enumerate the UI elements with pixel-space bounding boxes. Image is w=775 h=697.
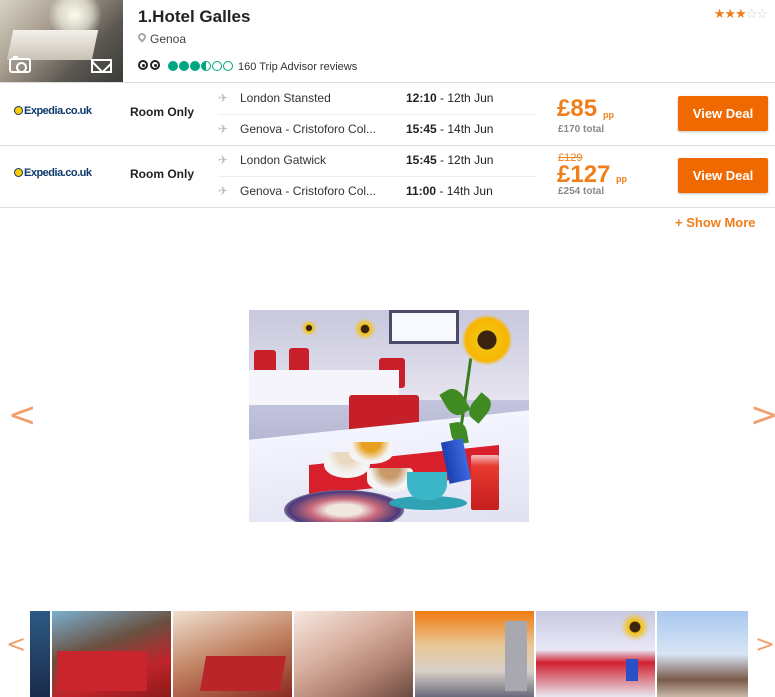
gallery-thumbnail[interactable] xyxy=(294,611,413,697)
main-gallery-photo xyxy=(249,310,529,522)
hotel-location: Genoa xyxy=(150,32,187,46)
gallery-thumbnail[interactable] xyxy=(30,611,50,697)
expedia-globe-icon xyxy=(14,168,23,177)
rating-bubble-icon xyxy=(190,61,200,71)
airport-name: Genova - Cristoforo Col... xyxy=(240,122,377,136)
rating-bubble-icon xyxy=(168,61,178,71)
price-per-person: £127 xyxy=(557,161,611,188)
star-icon: ★ xyxy=(713,6,726,21)
hotel-header: 1.Hotel Galles Genoa ★★★☆☆ 160 Trip Advi… xyxy=(0,0,775,83)
view-deal-button[interactable]: View Deal xyxy=(678,96,768,131)
star-icon: ★ xyxy=(735,6,747,21)
airport-name: London Stansted xyxy=(240,91,331,105)
price-total: £254 total xyxy=(558,186,605,197)
star-icon: ★ xyxy=(724,6,736,21)
rating-bubble-icon xyxy=(223,61,233,71)
plane-icon: ✈ xyxy=(218,184,229,198)
gallery-thumbnail[interactable] xyxy=(173,611,292,697)
thumbnail-strip xyxy=(30,611,748,697)
room-type: Room Only xyxy=(130,167,195,181)
camera-icon[interactable] xyxy=(9,56,31,73)
gallery-thumbnail-active[interactable] xyxy=(534,611,657,697)
room-type: Room Only xyxy=(130,105,195,119)
gallery-thumbnail[interactable] xyxy=(657,611,748,697)
window-shape xyxy=(389,310,459,344)
rating-bubble-icon xyxy=(179,61,189,71)
provider-name: Expedia.co.uk xyxy=(24,167,92,179)
deal-row: Expedia.co.uk Room Only ✈ London Stanste… xyxy=(0,83,775,146)
show-more-link[interactable]: + Show More xyxy=(675,215,756,230)
star-rating: ★★★☆☆ xyxy=(713,6,768,22)
flight-time: 15:45 - 14th Jun xyxy=(406,122,494,136)
bed-shape xyxy=(6,30,99,60)
plane-icon: ✈ xyxy=(218,91,229,105)
strip-prev-arrow[interactable]: < xyxy=(6,630,26,658)
gallery-next-arrow[interactable]: > xyxy=(750,395,775,435)
provider-name: Expedia.co.uk xyxy=(24,105,92,117)
price-per-person: £85 xyxy=(557,95,598,122)
airport-name: Genova - Cristoforo Col... xyxy=(240,184,377,198)
inbound-flight: ✈ Genova - Cristoforo Col... 11:00 - 14t… xyxy=(218,176,536,207)
gallery-thumbnail[interactable] xyxy=(415,611,534,697)
rating-bubble-icon xyxy=(212,61,222,71)
provider-logo: Expedia.co.uk xyxy=(14,105,92,117)
star-empty-icon: ☆ xyxy=(756,6,768,21)
tripadvisor-owl-icon xyxy=(138,59,162,73)
deal-row: Expedia.co.uk Room Only ✈ London Gatwick… xyxy=(0,145,775,208)
strip-next-arrow[interactable]: > xyxy=(755,630,775,658)
hotel-thumbnail[interactable] xyxy=(0,0,123,82)
map-pin-icon xyxy=(136,31,148,43)
star-empty-icon: ☆ xyxy=(745,6,758,21)
provider-logo: Expedia.co.uk xyxy=(14,167,92,179)
gallery-prev-arrow[interactable]: < xyxy=(8,395,37,435)
plane-icon: ✈ xyxy=(218,153,229,167)
expedia-globe-icon xyxy=(14,106,23,115)
per-person-label: pp xyxy=(603,110,614,120)
view-deal-button[interactable]: View Deal xyxy=(678,158,768,193)
outbound-flight: ✈ London Stansted 12:10 - 12th Jun xyxy=(218,83,536,115)
price-total: £170 total xyxy=(558,124,605,135)
rating-bubble-icon xyxy=(201,61,211,71)
mail-icon[interactable] xyxy=(91,59,112,73)
flight-time: 12:10 - 12th Jun xyxy=(406,91,494,105)
gallery-thumbnail[interactable] xyxy=(52,611,171,697)
plane-icon: ✈ xyxy=(218,122,229,136)
airport-name: London Gatwick xyxy=(240,153,327,167)
per-person-label: pp xyxy=(616,174,627,184)
flight-time: 15:45 - 12th Jun xyxy=(406,153,494,167)
flight-time: 11:00 - 14th Jun xyxy=(406,184,493,198)
review-count-link[interactable]: 160 Trip Advisor reviews xyxy=(238,61,357,73)
outbound-flight: ✈ London Gatwick 15:45 - 12th Jun xyxy=(218,145,536,177)
tripadvisor-rating xyxy=(168,61,233,71)
hotel-title[interactable]: 1.Hotel Galles xyxy=(138,7,250,27)
inbound-flight: ✈ Genova - Cristoforo Col... 15:45 - 14t… xyxy=(218,114,536,145)
